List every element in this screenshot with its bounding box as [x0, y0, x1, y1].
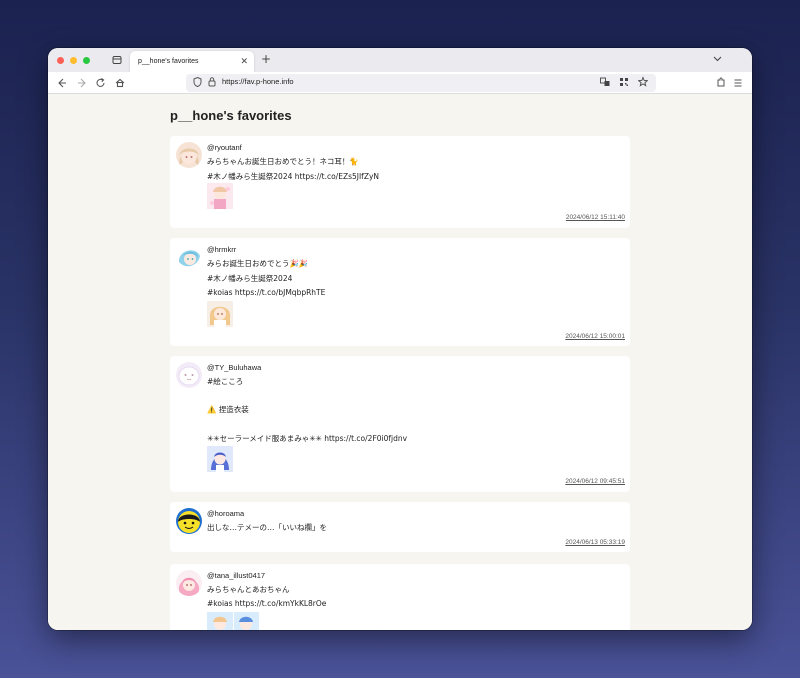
tweet-text-line: #koias https://t.co/kmYkKL8rOe: [207, 599, 327, 608]
avatar[interactable]: [176, 362, 202, 388]
tweet-text-line: #木ノ幡みら生誕祭2024: [207, 274, 293, 283]
tweet-text-line: #木ノ幡みら生誕祭2024 https://t.co/EZs5JIfZyN: [207, 172, 380, 181]
url-bar-actions: [600, 76, 649, 91]
tweet-card: @ryoutanf みらちゃんお誕生日おめでとう！ネコ耳！🐈 #木ノ幡みら生誕祭…: [170, 136, 630, 228]
tweet-text-line: みらちゃんとあおちゃん: [207, 585, 290, 594]
tweet-text-line: #絵こころ: [207, 377, 244, 386]
tweet-username[interactable]: @ryoutanf: [207, 143, 242, 152]
new-tab-icon[interactable]: +: [261, 52, 271, 66]
tweet-text-line: みらちゃんお誕生日おめでとう！ネコ耳！🐈: [207, 157, 359, 166]
shield-icon[interactable]: [193, 76, 202, 91]
bookmark-star-icon[interactable]: [637, 76, 649, 91]
tweet-timestamp[interactable]: 2024/06/12 15:11:40: [566, 214, 625, 221]
tweet-username[interactable]: @hrmkrr: [207, 245, 236, 254]
window-controls: [57, 57, 90, 64]
tweet-timestamp[interactable]: 2024/06/12 09:45:51: [565, 478, 625, 485]
tweet-text-line: #koias https://t.co/bJMqbpRhTE: [207, 288, 326, 297]
tweet-username[interactable]: @horoama: [207, 509, 244, 518]
tweet-text-line: 出しな…テメーの…「いいね欄」を: [207, 523, 327, 532]
url-text: https://fav.p-hone.info: [222, 77, 294, 86]
zoom-window-button[interactable]: [83, 57, 90, 64]
tweet-card: @horoama 出しな…テメーの…「いいね欄」を 2024/06/13 05:…: [170, 502, 630, 552]
qr-code-icon[interactable]: [619, 76, 629, 91]
lock-icon[interactable]: [208, 76, 216, 90]
tweet-card: @tana_illust0417 みらちゃんとあおちゃん #koias http…: [170, 564, 630, 630]
tweet-text-line: ⚠️ 捏造衣装: [207, 405, 249, 414]
tweet-timestamp[interactable]: 2024/06/13 05:33:19: [565, 539, 625, 546]
tab-overview-icon[interactable]: [112, 55, 122, 65]
extensions-icon[interactable]: [716, 75, 726, 94]
avatar[interactable]: [176, 508, 202, 534]
tweet-card: @hrmkrr みらお誕生日おめでとう🎉🎉 #木ノ幡みら生誕祭2024 #koi…: [170, 238, 630, 346]
tweet-text-line: ✳✳セーラーメイド服あまみゃ✳✳ https://t.co/2F0i0fjdnv: [207, 434, 408, 443]
active-tab[interactable]: p__hone's favorites ✕: [130, 51, 254, 72]
browser-window: p__hone's favorites ✕ + https://fav.p-ho…: [48, 48, 752, 630]
tweet-media-thumbnail[interactable]: [207, 183, 233, 209]
page-content: p__hone's favorites @ryoutanf みらちゃんお誕生日お…: [48, 94, 752, 630]
tab-title: p__hone's favorites: [138, 58, 199, 65]
tweet-timestamp[interactable]: 2024/06/12 15:00:01: [565, 333, 625, 340]
tweet-media-thumbnail[interactable]: [207, 612, 259, 630]
navigation-toolbar: https://fav.p-hone.info: [48, 72, 752, 94]
close-window-button[interactable]: [57, 57, 64, 64]
minimize-window-button[interactable]: [70, 57, 77, 64]
translate-icon[interactable]: [600, 76, 610, 91]
tweet-media-thumbnail[interactable]: [207, 446, 233, 472]
tweet-username[interactable]: @TY_Buluhawa: [207, 363, 261, 372]
tab-bar: p__hone's favorites ✕ +: [48, 48, 752, 72]
url-bar[interactable]: https://fav.p-hone.info: [186, 74, 656, 92]
chevron-down-icon[interactable]: [713, 54, 722, 65]
avatar[interactable]: [176, 244, 202, 270]
page-title: p__hone's favorites: [170, 108, 292, 123]
close-tab-icon[interactable]: ✕: [240, 51, 248, 72]
menu-icon[interactable]: [733, 75, 743, 94]
tweet-text-line: みらお誕生日おめでとう🎉🎉: [207, 259, 309, 268]
tweet-media-thumbnail[interactable]: [207, 301, 233, 327]
tweet-username[interactable]: @tana_illust0417: [207, 571, 265, 580]
avatar[interactable]: [176, 142, 202, 168]
avatar[interactable]: [176, 570, 202, 596]
tweet-card: @TY_Buluhawa #絵こころ ⚠️ 捏造衣装 ✳✳セーラーメイド服あまみ…: [170, 356, 630, 492]
